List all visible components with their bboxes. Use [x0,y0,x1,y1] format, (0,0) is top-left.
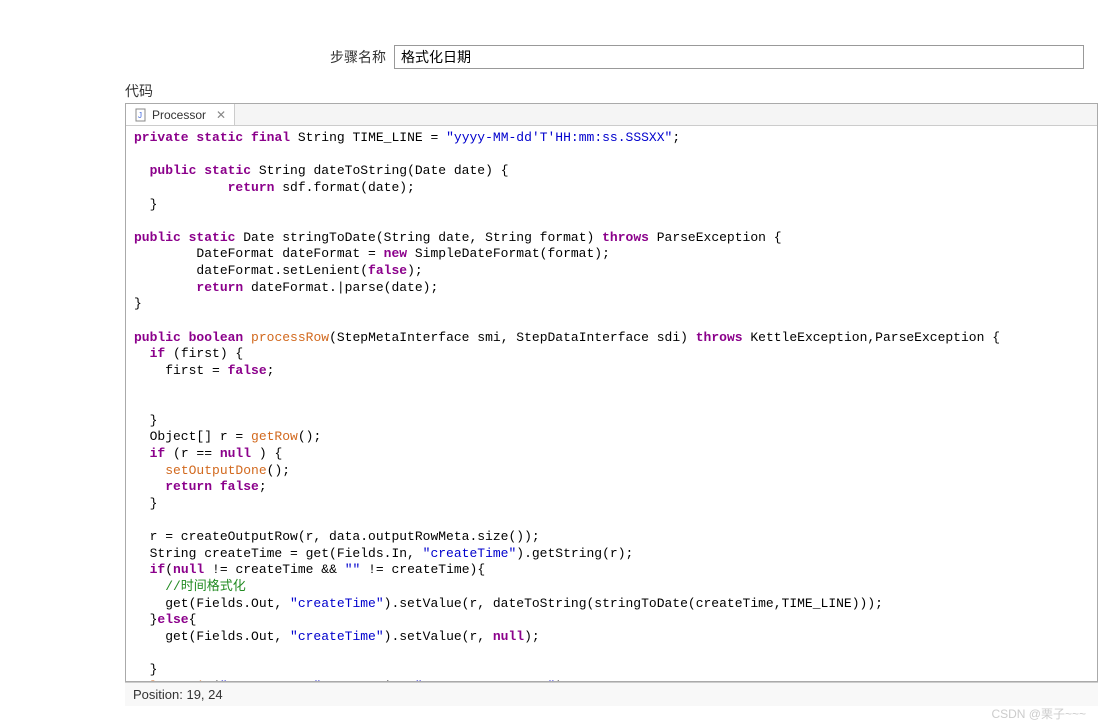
close-icon[interactable]: ✕ [216,108,226,122]
svg-text:J: J [138,111,142,120]
code-editor-container: J Processor ✕ private static final Strin… [125,103,1098,682]
step-name-label: 步骤名称 [330,47,386,67]
step-name-row: 步骤名称 [0,45,1098,81]
code-editor[interactable]: private static final String TIME_LINE = … [126,126,1097,681]
cursor-position: Position: 19, 24 [133,687,223,702]
status-bar: Position: 19, 24 [125,682,1098,706]
tab-label: Processor [152,108,206,122]
tab-processor[interactable]: J Processor ✕ [126,104,235,125]
form-section: 步骤名称 代码 J Processor ✕ private static fin… [0,0,1098,717]
editor-tab-bar: J Processor ✕ [126,104,1097,126]
watermark: CSDN @栗子~~~ [991,705,1086,722]
step-name-input[interactable] [394,45,1084,69]
code-section-label: 代码 [0,81,1098,101]
java-file-icon: J [134,108,148,122]
